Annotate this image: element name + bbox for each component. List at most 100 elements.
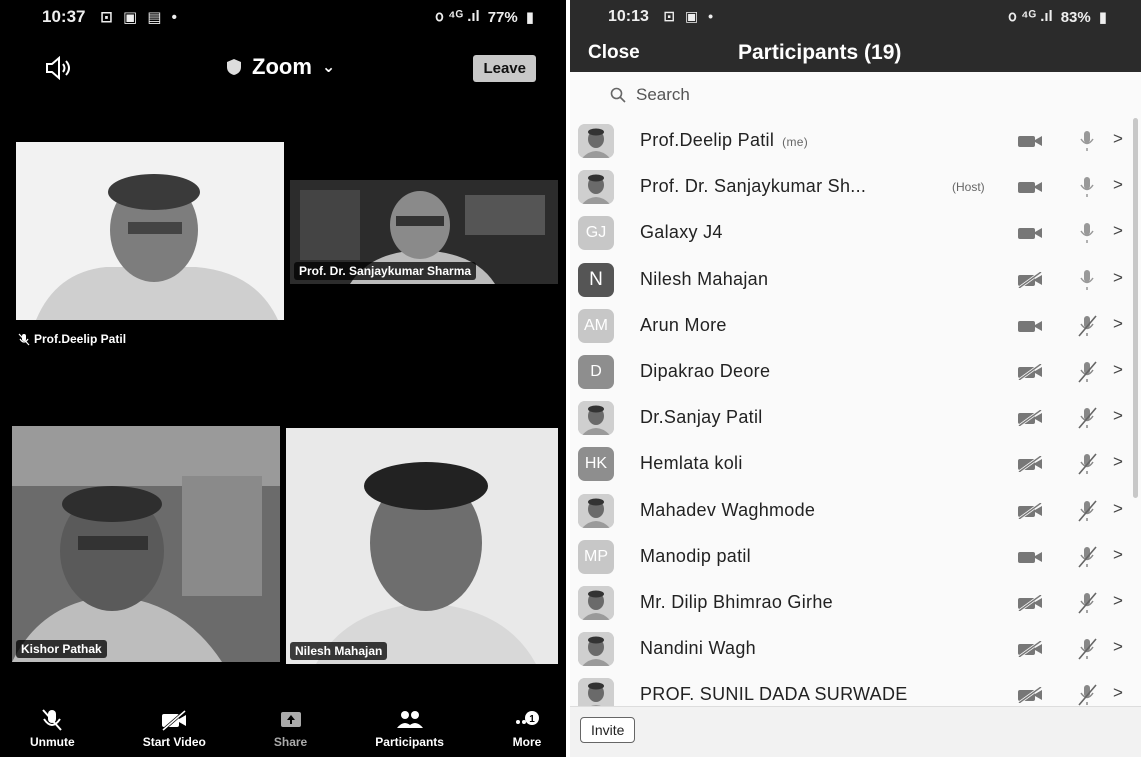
share-label: Share: [273, 735, 308, 749]
mic-muted-icon: [1078, 684, 1097, 706]
video-off-icon: [1018, 364, 1042, 380]
video-off-icon: [1018, 410, 1042, 427]
tile-name-nilesh: Nilesh Mahajan: [290, 642, 388, 660]
participant-name-container: Hemlata koli: [640, 453, 743, 474]
meeting-title: Zoom: [252, 54, 312, 79]
mic-on-icon: [1080, 269, 1094, 290]
participant-row[interactable]: Nandini Wagh >: [570, 626, 1141, 672]
chevron-right-icon[interactable]: >: [1113, 637, 1123, 657]
leave-button[interactable]: Leave: [473, 55, 536, 82]
avatar: N: [578, 262, 614, 297]
participant-name: Prof.Deelip Patil: [640, 130, 775, 150]
meeting-toolbar: Unmute Start Video Share Participants 1 …: [0, 708, 566, 757]
participant-name-container: Manodip patil: [640, 546, 751, 567]
participant-row[interactable]: GJ Galaxy J4 >: [570, 210, 1141, 256]
participant-name: Nilesh Mahajan: [640, 268, 769, 289]
video-off-icon: [1018, 595, 1042, 611]
chevron-right-icon[interactable]: >: [1113, 499, 1123, 519]
participant-name: Dr.Sanjay Patil: [640, 407, 763, 428]
participant-row[interactable]: MP Manodip patil >: [570, 534, 1141, 580]
invite-button[interactable]: Invite: [580, 717, 636, 743]
mic-muted-icon: [42, 709, 63, 731]
participant-name: Nandini Wagh: [640, 638, 756, 659]
chevron-right-icon[interactable]: >: [1113, 360, 1123, 380]
participant-name: Arun More: [640, 314, 727, 335]
mic-on-icon: [1080, 223, 1094, 244]
participant-row[interactable]: D Dipakrao Deore >: [570, 349, 1141, 395]
more-button[interactable]: 1 More: [512, 708, 542, 757]
participants-screen: 10:13 ⊡ ▣ • ᪀ ⁴ᴳ .ıl 83% ▮ Close Partici…: [570, 0, 1141, 757]
participant-video: [12, 426, 280, 662]
unmute-button[interactable]: Unmute: [30, 708, 75, 757]
avatar: [578, 493, 614, 528]
participant-name: Mahadev Waghmode: [640, 499, 816, 520]
more-label: More: [512, 735, 542, 749]
mic-muted-icon: [1078, 546, 1097, 568]
video-on-icon: [1018, 228, 1042, 240]
chevron-down-icon: ⌄: [321, 59, 336, 76]
participant-row[interactable]: Prof. Dr. Sanjaykumar Sh... (Host) >: [570, 164, 1141, 210]
avatar: [578, 632, 614, 667]
participant-row[interactable]: N Nilesh Mahajan >: [570, 257, 1141, 303]
video-tile-sharma[interactable]: Prof. Dr. Sanjaykumar Sharma: [290, 180, 558, 284]
video-on-icon: [1018, 182, 1042, 194]
video-on-icon: [1018, 551, 1042, 563]
chevron-right-icon[interactable]: >: [1113, 129, 1123, 149]
participant-row[interactable]: Mahadev Waghmode >: [570, 488, 1141, 534]
speaker-icon[interactable]: [44, 56, 72, 80]
video-tile-pathak[interactable]: Kishor Pathak: [12, 426, 280, 662]
mic-muted-icon: [1078, 638, 1097, 660]
participant-row[interactable]: Prof.Deelip Patil (me) >: [570, 118, 1141, 164]
close-button[interactable]: Close: [588, 42, 640, 64]
participant-name-container: Nilesh Mahajan: [640, 269, 768, 290]
notification-icons: ⊡ ▣ •: [663, 8, 717, 24]
chevron-right-icon[interactable]: >: [1113, 591, 1123, 611]
search-input[interactable]: Search: [584, 78, 1124, 112]
mic-on-icon: [1080, 177, 1094, 198]
chevron-right-icon[interactable]: >: [1113, 175, 1123, 195]
participant-tag: (me): [782, 135, 809, 149]
participant-name-container: Prof.Deelip Patil (me): [640, 130, 808, 151]
chevron-right-icon[interactable]: >: [1113, 406, 1123, 426]
avatar: GJ: [578, 216, 614, 251]
start-video-button[interactable]: Start Video: [143, 708, 206, 757]
participant-video: [286, 428, 558, 664]
chevron-right-icon[interactable]: >: [1113, 683, 1123, 703]
tile-name-deelip: Prof.Deelip Patil: [34, 332, 127, 346]
video-tile-nilesh[interactable]: Nilesh Mahajan: [286, 428, 558, 664]
participant-name-container: Mr. Dilip Bhimrao Girhe: [640, 592, 833, 613]
chevron-right-icon[interactable]: >: [1113, 221, 1123, 241]
mic-muted-icon: [18, 333, 30, 345]
chevron-right-icon[interactable]: >: [1113, 314, 1123, 334]
search-icon: [610, 87, 626, 103]
start-video-label: Start Video: [142, 735, 206, 749]
participant-name-container: Prof. Dr. Sanjaykumar Sh...: [640, 176, 866, 197]
chevron-right-icon[interactable]: >: [1113, 452, 1123, 472]
avatar: AM: [578, 308, 614, 343]
scrollbar[interactable]: [1133, 118, 1138, 498]
participant-tag: (Host): [952, 180, 985, 195]
participant-row[interactable]: AM Arun More >: [570, 303, 1141, 349]
chevron-right-icon[interactable]: >: [1113, 268, 1123, 288]
more-icon: 1: [516, 711, 539, 725]
battery-level: 83%: [1060, 8, 1091, 26]
meeting-title-dropdown[interactable]: Zoom ⌄: [226, 54, 335, 80]
search-placeholder: Search: [636, 85, 690, 104]
video-tile-deelip[interactable]: [16, 142, 284, 320]
participants-button[interactable]: Participants: [375, 708, 444, 757]
participants-header: Close Participants (19): [570, 34, 1141, 72]
mic-muted-icon: [1078, 500, 1097, 522]
participant-row[interactable]: Mr. Dilip Bhimrao Girhe >: [570, 580, 1141, 626]
chevron-right-icon[interactable]: >: [1113, 545, 1123, 565]
participant-row[interactable]: HK Hemlata koli >: [570, 441, 1141, 487]
meeting-screen: 10:37 ⊡ ▣ ▤ • ᪀ ⁴ᴳ .ıl 77% ▮ Zoom ⌄ Leav…: [0, 0, 566, 757]
avatar: MP: [578, 539, 614, 574]
participant-name: Dipakrao Deore: [640, 361, 771, 381]
participant-row[interactable]: Dr.Sanjay Patil >: [570, 395, 1141, 441]
avatar: HK: [578, 447, 614, 482]
mic-muted-icon: [1078, 453, 1097, 475]
avatar: [578, 401, 614, 436]
avatar: [578, 170, 614, 205]
video-off-icon: [1018, 641, 1042, 658]
share-button[interactable]: Share: [274, 708, 307, 757]
